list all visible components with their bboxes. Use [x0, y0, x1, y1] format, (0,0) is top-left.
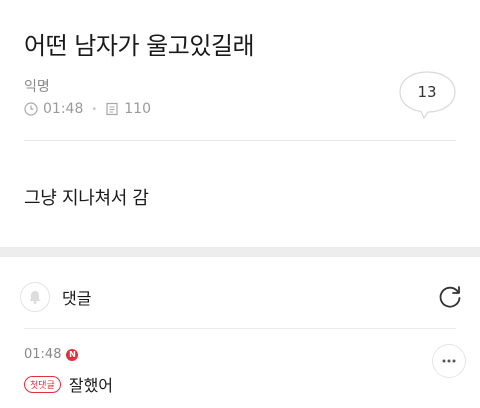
section-divider	[0, 247, 480, 257]
bell-icon	[29, 291, 41, 304]
first-comment-badge: 첫댓글	[24, 375, 61, 393]
meta-separator: •	[91, 103, 98, 115]
comment-count: 13	[417, 83, 437, 101]
post-title: 어떤 남자가 울고있길래	[24, 32, 255, 60]
clock-icon	[24, 102, 38, 116]
author-name: 익명	[24, 79, 50, 95]
ellipsis-icon	[442, 359, 456, 363]
comment-meta: 01:48 N	[24, 347, 79, 362]
comment-time: 01:48	[24, 347, 62, 362]
comment-text: 잘했어	[68, 376, 114, 395]
refresh-button[interactable]	[436, 283, 464, 311]
post-time: 01:48	[43, 101, 84, 117]
comment-item: 첫댓글 잘했어	[24, 372, 113, 396]
comment-more-button[interactable]	[432, 344, 466, 378]
comments-header: 댓글	[20, 280, 91, 314]
comment-count-button[interactable]: 13	[398, 70, 458, 120]
notification-toggle[interactable]	[20, 282, 50, 312]
post-meta: 01:48 • 110	[24, 100, 151, 118]
comments-label: 댓글	[62, 289, 92, 308]
post-body: 그냥 지나쳐서 감	[24, 188, 149, 209]
view-count: 110	[124, 101, 151, 117]
divider	[24, 140, 456, 141]
refresh-icon	[439, 286, 461, 308]
divider	[24, 328, 456, 329]
document-icon	[105, 102, 119, 116]
new-badge: N	[66, 348, 79, 361]
